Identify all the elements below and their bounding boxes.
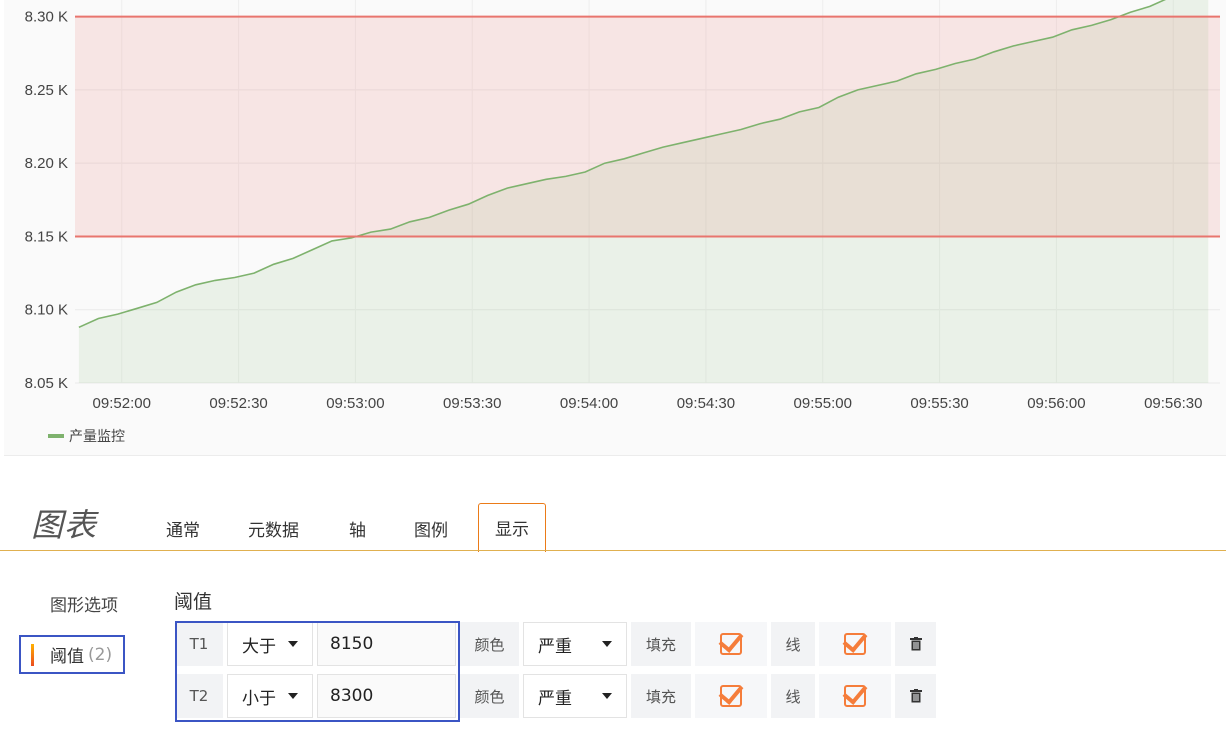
- fill-checkbox[interactable]: [695, 674, 767, 718]
- x-tick-label: 09:52:00: [93, 395, 151, 412]
- sidebar-item-graph-options[interactable]: 图形选项: [50, 591, 118, 616]
- tab-legend[interactable]: 图例: [414, 516, 448, 541]
- trash-icon: [909, 637, 922, 651]
- tab-underline: [0, 550, 1226, 551]
- y-tick-label: 8.25 K: [25, 82, 68, 99]
- line-label: 线: [771, 674, 815, 718]
- checkbox-checked-icon: [718, 679, 744, 707]
- production-chart: 8.05 K 8.10 K 8.15 K 8.20 K 8.25 K 8.30 K 09:5…: [25, 0, 1220, 412]
- y-tick-label: 8.20 K: [25, 155, 68, 172]
- fill-checkbox[interactable]: [695, 622, 767, 666]
- delete-threshold-button[interactable]: [895, 622, 936, 666]
- delete-threshold-button[interactable]: [895, 674, 936, 718]
- tab-display[interactable]: 显示: [478, 503, 546, 552]
- sidebar-item-thresholds-label: 阈值: [50, 647, 84, 667]
- thresholds-section-title: 阈值: [174, 591, 213, 613]
- checkbox-checked-icon: [842, 627, 868, 655]
- legend[interactable]: 产量监控: [48, 426, 125, 446]
- severity-value: 严重: [538, 636, 572, 657]
- editor-title: 图表: [31, 506, 98, 544]
- x-tick-label: 09:55:30: [910, 395, 968, 412]
- color-label: 颜色: [460, 622, 519, 666]
- y-tick-label: 8.10 K: [25, 302, 68, 319]
- color-label: 颜色: [460, 674, 519, 718]
- line-label: 线: [771, 622, 815, 666]
- tab-metadata[interactable]: 元数据: [248, 516, 299, 541]
- chevron-down-icon: [602, 693, 612, 699]
- threshold-values-highlight: [175, 621, 460, 722]
- severity-select[interactable]: 严重: [523, 674, 627, 718]
- x-tick-label: 09:55:00: [794, 395, 852, 412]
- y-tick-label: 8.15 K: [25, 228, 68, 245]
- threshold-count: (2): [88, 644, 113, 665]
- x-tick-label: 09:54:00: [560, 395, 618, 412]
- severity-value: 严重: [538, 688, 572, 709]
- checkbox-checked-icon: [842, 679, 868, 707]
- line-checkbox[interactable]: [819, 622, 891, 666]
- sidebar-item-thresholds[interactable]: 阈值 (2): [19, 635, 125, 674]
- fill-label: 填充: [631, 622, 691, 666]
- y-tick-label: 8.05 K: [25, 375, 68, 392]
- x-tick-label: 09:54:30: [677, 395, 735, 412]
- x-tick-label: 09:52:30: [209, 395, 267, 412]
- x-tick-label: 09:53:00: [326, 395, 384, 412]
- tab-axes[interactable]: 轴: [349, 516, 366, 541]
- x-tick-label: 09:56:30: [1144, 395, 1202, 412]
- legend-label: 产量监控: [69, 429, 125, 445]
- trash-icon: [909, 689, 922, 703]
- checkbox-checked-icon: [718, 627, 744, 655]
- y-tick-label: 8.30 K: [25, 9, 68, 26]
- tab-general[interactable]: 通常: [166, 516, 200, 541]
- severity-select[interactable]: 严重: [523, 622, 627, 666]
- x-tick-label: 09:56:00: [1027, 395, 1085, 412]
- line-checkbox[interactable]: [819, 674, 891, 718]
- x-tick-label: 09:53:30: [443, 395, 501, 412]
- chevron-down-icon: [602, 641, 612, 647]
- fill-label: 填充: [631, 674, 691, 718]
- active-indicator: [31, 643, 34, 666]
- legend-swatch: [48, 434, 64, 438]
